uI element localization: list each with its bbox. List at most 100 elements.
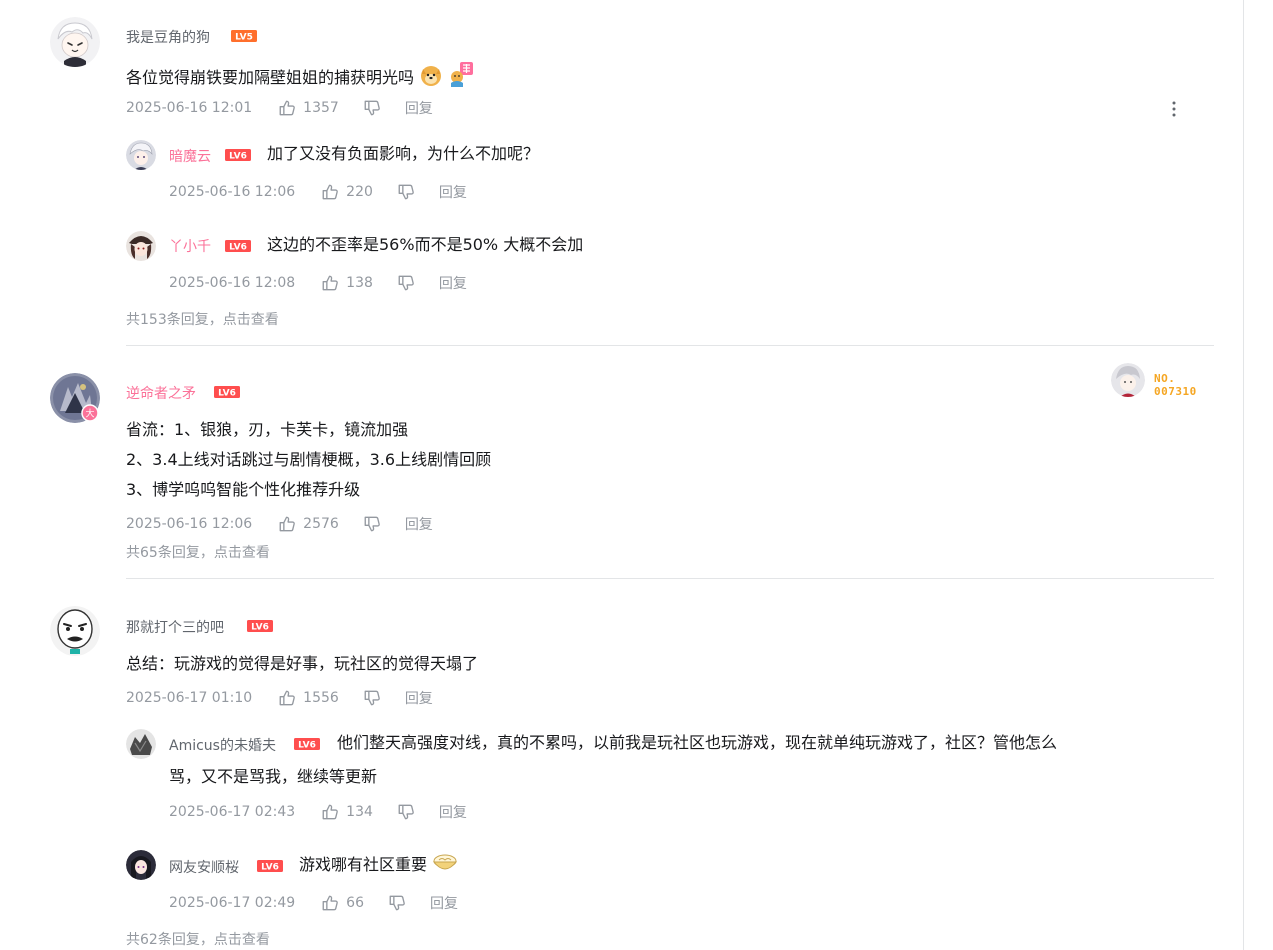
username[interactable]: 逆命者之矛 <box>126 383 196 403</box>
timestamp: 2025-06-16 12:01 <box>126 100 253 116</box>
svg-text:大: 大 <box>85 408 94 420</box>
content-line: 3、博学呜呜智能个性化推荐升级 <box>126 480 361 499</box>
content-line: 省流：1、银狼，刃，卡芙卡，镜流加强 <box>126 420 409 439</box>
reply-button[interactable]: 回复 <box>405 514 433 534</box>
username[interactable]: 那就打个三的吧 <box>126 617 224 637</box>
thumb-down-icon <box>397 803 415 821</box>
comment-meta: 2025-06-17 01:10 1556 回复 <box>126 687 433 709</box>
thumb-down-icon <box>363 689 381 707</box>
reply-avatar[interactable] <box>126 850 156 880</box>
more-vertical-icon[interactable] <box>1171 100 1177 118</box>
thumb-down-icon <box>397 183 415 201</box>
thumb-up-icon <box>278 515 296 533</box>
level-badge-icon: LV5 <box>231 30 257 42</box>
comment-meta: 2025-06-16 12:06 2576 回复 <box>126 513 433 535</box>
content-line: 他们整天高强度对线，真的不累吗，以前我是玩社区也玩游戏，现在就单纯玩游戏了，社区… <box>337 733 1058 752</box>
reply-meta: 2025-06-17 02:49 66 回复 <box>169 892 458 914</box>
like-count: 138 <box>346 275 373 291</box>
svg-text:LV6: LV6 <box>229 152 247 162</box>
timestamp: 2025-06-17 01:10 <box>126 690 253 706</box>
svg-text:LV6: LV6 <box>229 243 247 253</box>
like-count: 1357 <box>303 100 339 116</box>
level-badge-icon: LV6 <box>257 860 283 872</box>
reply-content: 他们整天高强度对线，真的不累吗，以前我是玩社区也玩游戏，现在就单纯玩游戏了，社区… <box>169 730 1219 790</box>
like-count: 66 <box>346 895 364 911</box>
level-badge-icon: LV6 <box>247 620 273 632</box>
timestamp: 2025-06-17 02:49 <box>169 895 296 911</box>
doge-emoji-icon <box>421 66 442 86</box>
reply-button[interactable]: 回复 <box>439 802 467 822</box>
reply-content: 这边的不歪率是56%而不是50% 大概不会加 <box>267 235 584 254</box>
like-button[interactable]: 2576 <box>278 515 339 533</box>
dislike-button[interactable] <box>397 183 415 201</box>
reply-avatar[interactable] <box>126 231 156 261</box>
reply-username[interactable]: 丫小千 <box>169 236 211 256</box>
like-button[interactable]: 138 <box>321 274 373 292</box>
svg-text:LV6: LV6 <box>251 623 269 633</box>
like-count: 2576 <box>303 516 339 532</box>
avatar[interactable] <box>50 606 100 656</box>
reply-button[interactable]: 回复 <box>430 893 458 913</box>
rice-bowl-emoji-icon <box>433 854 458 870</box>
view-more-replies-link[interactable]: 共62条回复，点击查看 <box>126 929 270 949</box>
thumb-down-icon <box>363 99 381 117</box>
fan-badge-line2: 007310 <box>1154 385 1197 398</box>
reply-avatar[interactable] <box>126 729 156 759</box>
timestamp: 2025-06-16 12:06 <box>126 516 253 532</box>
like-button[interactable]: 66 <box>321 894 364 912</box>
svg-text:LV6: LV6 <box>261 863 279 873</box>
svg-text:LV6: LV6 <box>218 389 236 399</box>
thumb-down-icon <box>363 515 381 533</box>
reply-avatar[interactable] <box>126 140 156 170</box>
dislike-button[interactable] <box>363 689 381 707</box>
like-count: 220 <box>346 184 373 200</box>
avatar[interactable] <box>50 17 100 67</box>
like-count: 134 <box>346 804 373 820</box>
thumb-up-icon <box>321 803 339 821</box>
timestamp: 2025-06-16 12:06 <box>169 184 296 200</box>
level-badge-icon: LV6 <box>225 149 251 161</box>
reply-meta: 2025-06-16 12:08 138 回复 <box>169 272 467 294</box>
level-badge-icon: LV6 <box>214 386 240 398</box>
content-line: 骂，又不是骂我，继续等更新 <box>169 767 378 786</box>
like-button[interactable]: 1357 <box>278 99 339 117</box>
dislike-button[interactable] <box>397 803 415 821</box>
thumb-up-icon <box>278 689 296 707</box>
reply-username[interactable]: 网友安顺桜 <box>169 857 239 877</box>
reply-content: 加了又没有负面影响，为什么不加呢？ <box>267 144 540 163</box>
reply-button[interactable]: 回复 <box>405 688 433 708</box>
dislike-button[interactable] <box>397 274 415 292</box>
sticker-emoji-icon <box>451 62 474 87</box>
dislike-button[interactable] <box>388 894 406 912</box>
comment-meta: 2025-06-16 12:01 1357 回复 <box>126 97 433 119</box>
like-button[interactable]: 220 <box>321 183 373 201</box>
reply-button[interactable]: 回复 <box>439 182 467 202</box>
reply-content: 游戏哪有社区重要 <box>299 852 458 878</box>
comment-content: 省流：1、银狼，刃，卡芙卡，镜流加强 2、3.4上线对话跳过与剧情梗概，3.6上… <box>126 417 491 503</box>
view-more-replies-link[interactable]: 共153条回复，点击查看 <box>126 309 279 329</box>
vip-badge-icon: 大 <box>81 404 99 422</box>
dislike-button[interactable] <box>363 99 381 117</box>
comment-content: 总结：玩游戏的觉得是好事，玩社区的觉得天塌了 <box>126 654 479 673</box>
level-badge-icon: LV6 <box>225 240 251 252</box>
svg-text:LV5: LV5 <box>235 33 253 43</box>
timestamp: 2025-06-16 12:08 <box>169 275 296 291</box>
dislike-button[interactable] <box>363 515 381 533</box>
thumb-up-icon <box>321 274 339 292</box>
like-count: 1556 <box>303 690 339 706</box>
fan-badge-avatar <box>1111 363 1145 397</box>
view-more-replies-link[interactable]: 共65条回复，点击查看 <box>126 542 270 562</box>
right-border <box>1243 0 1244 950</box>
content-line: 2、3.4上线对话跳过与剧情梗概，3.6上线剧情回顾 <box>126 450 492 469</box>
comment-text: 各位觉得崩铁要加隔壁姐姐的捕获明光吗 <box>126 68 415 87</box>
reply-button[interactable]: 回复 <box>439 273 467 293</box>
like-button[interactable]: 1556 <box>278 689 339 707</box>
reply-button[interactable]: 回复 <box>405 98 433 118</box>
timestamp: 2025-06-17 02:43 <box>169 804 296 820</box>
reply-username[interactable]: 暗魔云 <box>169 146 211 166</box>
thumb-up-icon <box>321 183 339 201</box>
like-button[interactable]: 134 <box>321 803 373 821</box>
thumb-down-icon <box>397 274 415 292</box>
thumb-up-icon <box>278 99 296 117</box>
username[interactable]: 我是豆角的狗 <box>126 27 210 47</box>
